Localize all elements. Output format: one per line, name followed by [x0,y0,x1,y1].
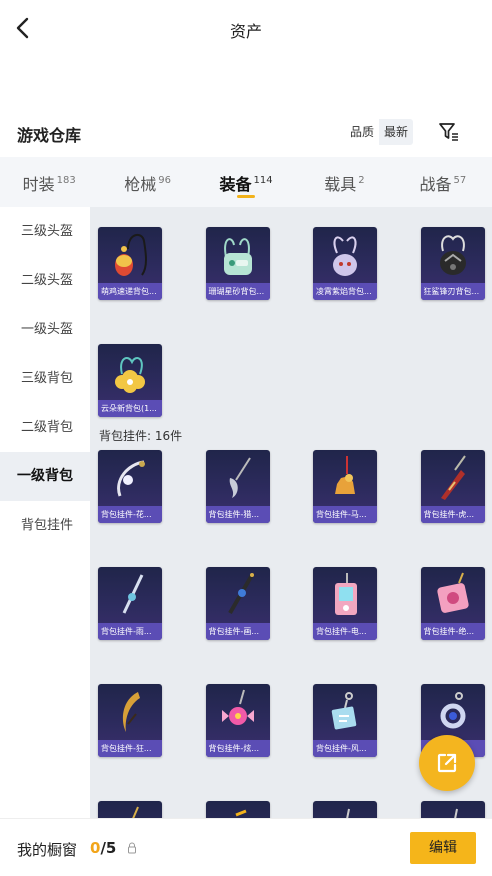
phone-charm-icon [335,573,357,615]
tab-vehicles[interactable]: 载具 2 [295,157,393,207]
sidebar-item-level2-helmet[interactable]: 二级头盔 [0,256,90,305]
item-name: 珊瑚星砂背包... [205,283,270,300]
sidebar-item-level3-backpack[interactable]: 三级背包 [0,354,90,403]
item-name: 云朵新背包(1... [98,400,162,417]
item-name: 背包挂件-马... [313,506,377,523]
category-tabs: 时装 183 枪械 96 装备 114 载具 2 战备 57 [0,157,492,207]
ring-charm-icon [440,692,465,729]
item-name: 背包挂件-炫... [205,740,270,757]
tab-count: 96 [158,175,171,186]
sort-latest-option[interactable]: 最新 [379,119,414,145]
sidebar-item-level1-backpack[interactable]: 一级背包 [0,452,90,501]
charm-item[interactable]: 背包挂件-花... [98,450,162,523]
shark-backpack-icon [439,235,466,275]
wind-charm-icon [331,692,357,730]
item-name: 背包挂件-虎... [420,506,485,523]
sidebar-item-level1-helmet[interactable]: 一级头盔 [0,305,90,354]
tab-firearms[interactable]: 枪械 96 [98,157,196,207]
tab-label: 载具 [324,175,357,194]
chick-backpack-icon [115,233,147,276]
cloud-backpack-icon [115,357,145,393]
item-name: 凌霄紫焰背包... [313,283,377,300]
external-link-icon [437,753,457,773]
tab-label: 战备 [419,175,452,194]
charm-item[interactable]: 背包挂件-虎... [420,450,485,523]
flower-bow-charm-icon [117,460,145,497]
tiger-charm-icon [440,455,466,500]
grid-row: 背包挂件-花... 背包挂件-猎... 背包挂件-马... 背包挂件-虎... [98,450,492,523]
top-bar: 资产 [0,0,492,58]
charm-item[interactable]: 背包挂件-风... [313,684,377,757]
showcase-label: 我的橱窗 [17,841,78,859]
item-name: 背包挂件-画... [205,623,270,640]
sidebar-item-backpack-charm[interactable]: 背包挂件 [0,501,90,550]
item-grid-area: 萌鸡速递背包... 珊瑚星砂背包... 凌霄紫焰背包... 狂鲨锋刃背包... … [90,207,492,827]
tab-active-underline [237,195,256,198]
charm-item[interactable]: 背包挂件-绝... [420,567,485,640]
backpack-item[interactable]: 珊瑚星砂背包... [205,227,270,300]
share-button[interactable] [419,735,475,791]
gift-box-charm-icon [436,572,469,613]
tab-count: 183 [56,175,76,186]
showcase-total-count: /5 [100,839,117,857]
brush-charm-icon [227,573,254,615]
grid-row: 背包挂件-雨... 背包挂件-画... 背包挂件-电... 背包挂件-绝... [98,567,492,640]
charm-item[interactable]: 背包挂件-马... [313,450,377,523]
grid-row: 云朵新背包(1... [98,344,206,417]
charm-item[interactable]: 背包挂件-狂... [98,684,162,757]
tab-label: 装备 [219,175,252,194]
tab-count: 114 [253,175,273,186]
edit-button[interactable]: 编辑 [410,832,476,864]
crescent-charm-icon [122,692,140,732]
backpack-item[interactable]: 凌霄紫焰背包... [313,227,377,300]
item-name: 背包挂件-电... [313,623,377,640]
item-name: 背包挂件-雨... [98,623,162,640]
tab-fashion[interactable]: 时装 183 [0,157,98,207]
sidebar-item-level2-backpack[interactable]: 二级背包 [0,403,90,452]
item-name: 狂鲨锋刃背包... [420,283,485,300]
tab-count: 57 [453,175,467,186]
charm-item[interactable]: 背包挂件-电... [313,567,377,640]
item-name: 背包挂件-风... [313,740,377,757]
tab-equipment[interactable]: 装备 114 [197,157,295,207]
sidebar: 三级头盔 二级头盔 一级头盔 三级背包 二级背包 一级背包 背包挂件 [0,207,90,827]
backpack-item[interactable]: 狂鲨锋刃背包... [420,227,485,300]
charm-item[interactable]: 背包挂件-画... [205,567,270,640]
item-name: 萌鸡速递背包... [98,283,162,300]
showcase-count: 0/5 [90,839,116,857]
warehouse-title: 游戏仓库 [17,126,82,145]
showcase-current-count: 0 [90,839,101,857]
item-name: 背包挂件-狂... [98,740,162,757]
filter-icon[interactable] [437,120,461,144]
tab-count: 2 [358,175,365,186]
hunter-charm-icon [229,457,251,498]
rain-charm-icon [122,574,144,614]
candy-charm-icon [221,689,254,725]
charm-section-label: 背包挂件: 16件 [99,429,183,443]
page-title: 资产 [229,22,262,41]
backpack-item[interactable]: 云朵新背包(1... [98,344,162,417]
grid-row: 萌鸡速递背包... 珊瑚星砂背包... 凌霄紫焰背包... 狂鲨锋刃背包... [98,227,492,300]
tab-label: 枪械 [124,175,157,194]
horse-charm-icon [335,456,355,494]
lock-icon [128,842,136,854]
item-name: 背包挂件-绝... [420,623,485,640]
item-name: 背包挂件-猎... [205,506,270,523]
sidebar-item-level3-helmet[interactable]: 三级头盔 [0,207,90,256]
tab-supplies[interactable]: 战备 57 [394,157,492,207]
charm-item[interactable]: 背包挂件-炫... [205,684,270,757]
tab-label: 时装 [22,175,55,194]
sort-toggle: 品质 最新 [345,119,414,145]
coral-backpack-icon [223,238,252,275]
backpack-item[interactable]: 萌鸡速递背包... [98,227,162,300]
charm-item[interactable]: 背包挂件-雨... [98,567,162,640]
item-name: 背包挂件-花... [98,506,162,523]
charm-item[interactable]: 背包挂件-猎... [205,450,270,523]
sort-quality-option[interactable]: 品质 [345,119,380,145]
purple-flame-backpack-icon [333,236,357,276]
bottom-bar: 我的橱窗 0/5 编辑 [0,818,492,876]
